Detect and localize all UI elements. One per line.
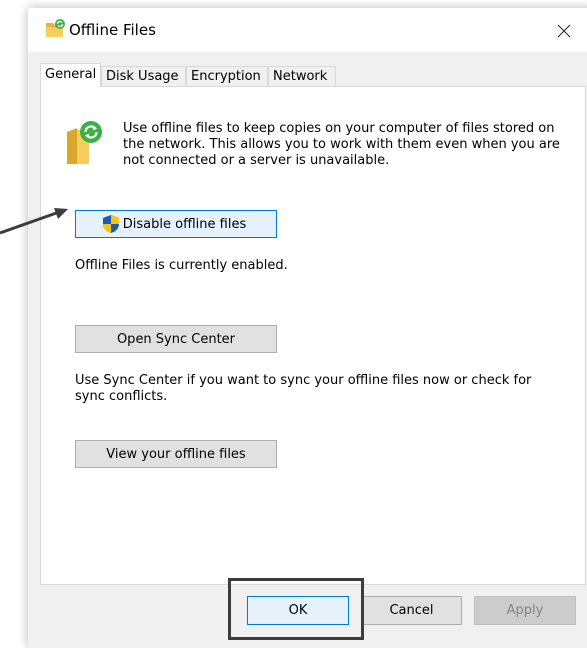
tab-network[interactable]: Network bbox=[268, 66, 336, 87]
cancel-button[interactable]: Cancel bbox=[361, 596, 462, 625]
offline-files-description: Use offline files to keep copies on your… bbox=[123, 121, 560, 168]
general-tab-panel: Use offline files to keep copies on your… bbox=[40, 86, 586, 585]
close-button[interactable] bbox=[548, 16, 580, 46]
tab-disk-usage[interactable]: Disk Usage bbox=[101, 66, 186, 87]
offline-files-status: Offline Files is currently enabled. bbox=[75, 258, 288, 273]
close-icon bbox=[557, 24, 571, 38]
apply-button[interactable]: Apply bbox=[474, 596, 576, 625]
open-sync-center-button[interactable]: Open Sync Center bbox=[75, 325, 277, 353]
view-offline-files-button[interactable]: View your offline files bbox=[75, 440, 277, 468]
sync-folder-icon bbox=[67, 121, 102, 164]
title-bar: Offline Files bbox=[28, 8, 587, 52]
offline-files-dialog: Offline Files General Disk Usage Encrypt… bbox=[28, 8, 587, 648]
tab-general[interactable]: General bbox=[40, 63, 101, 87]
tab-encryption[interactable]: Encryption bbox=[186, 66, 268, 87]
window-title: Offline Files bbox=[69, 21, 156, 39]
annotation-arrow-icon bbox=[0, 208, 68, 235]
uac-shield-icon bbox=[102, 215, 119, 233]
ok-button[interactable]: OK bbox=[247, 596, 349, 625]
disable-offline-files-label: Disable offline files bbox=[122, 216, 247, 232]
sync-center-description: Use Sync Center if you want to sync your… bbox=[75, 373, 532, 404]
offline-files-folder-icon bbox=[46, 19, 65, 37]
disable-offline-files-button[interactable]: Disable offline files bbox=[75, 210, 277, 238]
